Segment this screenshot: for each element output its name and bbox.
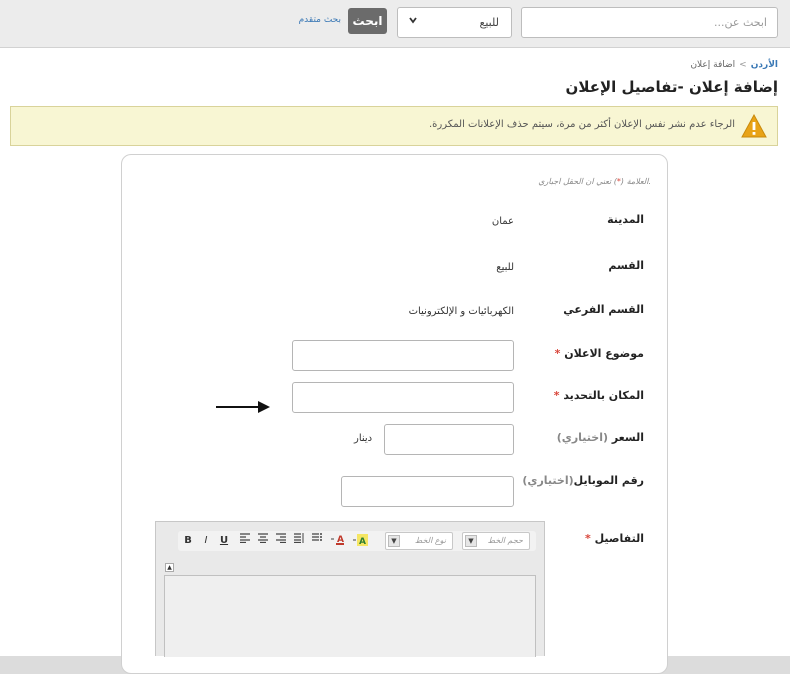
category-select-value: للبيع <box>479 16 500 29</box>
text-color-icon[interactable]: A <box>330 533 348 549</box>
font-type-select[interactable]: نوع الخط ▼ <box>385 532 453 550</box>
location-label: المكان بالتحديد * <box>553 389 644 402</box>
rich-text-editor: B I U A A نوع الخط ▼ حجم الخط ▼ ▲ <box>155 521 545 657</box>
subsection-label: القسم الفرعي <box>563 303 644 316</box>
section-value: للبيع <box>496 262 514 273</box>
warning-triangle-icon <box>741 113 767 138</box>
dropdown-arrow-icon: ▼ <box>388 535 400 547</box>
collapse-toolbar-icon[interactable]: ▲ <box>165 563 174 572</box>
arrow-right-icon <box>216 401 270 413</box>
editor-toolbar: B I U A A نوع الخط ▼ حجم الخط ▼ <box>178 531 536 551</box>
top-search-bar: ابحث عن... للبيع ابحث بحث متقدم <box>0 0 790 48</box>
align-right-icon[interactable] <box>274 533 288 549</box>
city-label: المدينة <box>607 213 644 226</box>
required-note: العلامة (*) تعني ان الحقل اجباري. <box>538 177 651 186</box>
bullet-list-icon[interactable] <box>310 533 324 549</box>
font-size-select[interactable]: حجم الخط ▼ <box>462 532 530 550</box>
bold-button[interactable]: B <box>181 533 195 549</box>
align-left-icon[interactable] <box>238 533 252 549</box>
category-select[interactable]: للبيع <box>397 7 512 38</box>
ad-title-label: موضوع الاعلان * <box>554 347 644 360</box>
page-title: إضافة إعلان -تفاصيل الإعلان <box>565 78 778 96</box>
section-label: القسم <box>608 259 644 272</box>
advanced-search-link[interactable]: بحث متقدم <box>289 15 341 25</box>
svg-text:A: A <box>359 537 366 547</box>
city-value: عمان <box>491 216 514 227</box>
details-textarea[interactable] <box>164 575 536 657</box>
search-button[interactable]: ابحث <box>348 8 387 34</box>
price-input[interactable] <box>384 424 514 455</box>
ad-title-input[interactable] <box>292 340 514 371</box>
breadcrumb-separator: > <box>739 60 747 70</box>
dropdown-arrow-icon: ▼ <box>465 535 477 547</box>
italic-button[interactable]: I <box>199 533 213 549</box>
mobile-input[interactable] <box>341 476 514 507</box>
warning-text: الرجاء عدم نشر نفس الإعلان أكثر من مرة، … <box>428 119 735 130</box>
numbered-list-icon[interactable] <box>292 533 306 549</box>
subsection-value: الكهربائيات و الإلكترونيات <box>408 306 514 317</box>
mobile-label: رقم الموبايل(اختياري) <box>522 474 644 487</box>
price-unit: دينار <box>354 433 373 444</box>
search-input[interactable]: ابحث عن... <box>521 7 778 38</box>
align-center-icon[interactable] <box>256 533 270 549</box>
warning-box: الرجاء عدم نشر نفس الإعلان أكثر من مرة، … <box>10 106 778 146</box>
underline-button[interactable]: U <box>217 533 231 549</box>
breadcrumb: الأردن >اضافة إعلان <box>690 60 778 70</box>
chevron-down-icon <box>408 15 418 28</box>
breadcrumb-home-link[interactable]: الأردن <box>751 60 778 70</box>
breadcrumb-current: اضافة إعلان <box>690 60 736 70</box>
location-input[interactable] <box>292 382 514 413</box>
highlight-color-icon[interactable]: A <box>352 533 370 549</box>
price-label: السعر (اختياري) <box>556 431 644 444</box>
details-label: التفاصيل * <box>585 532 644 545</box>
